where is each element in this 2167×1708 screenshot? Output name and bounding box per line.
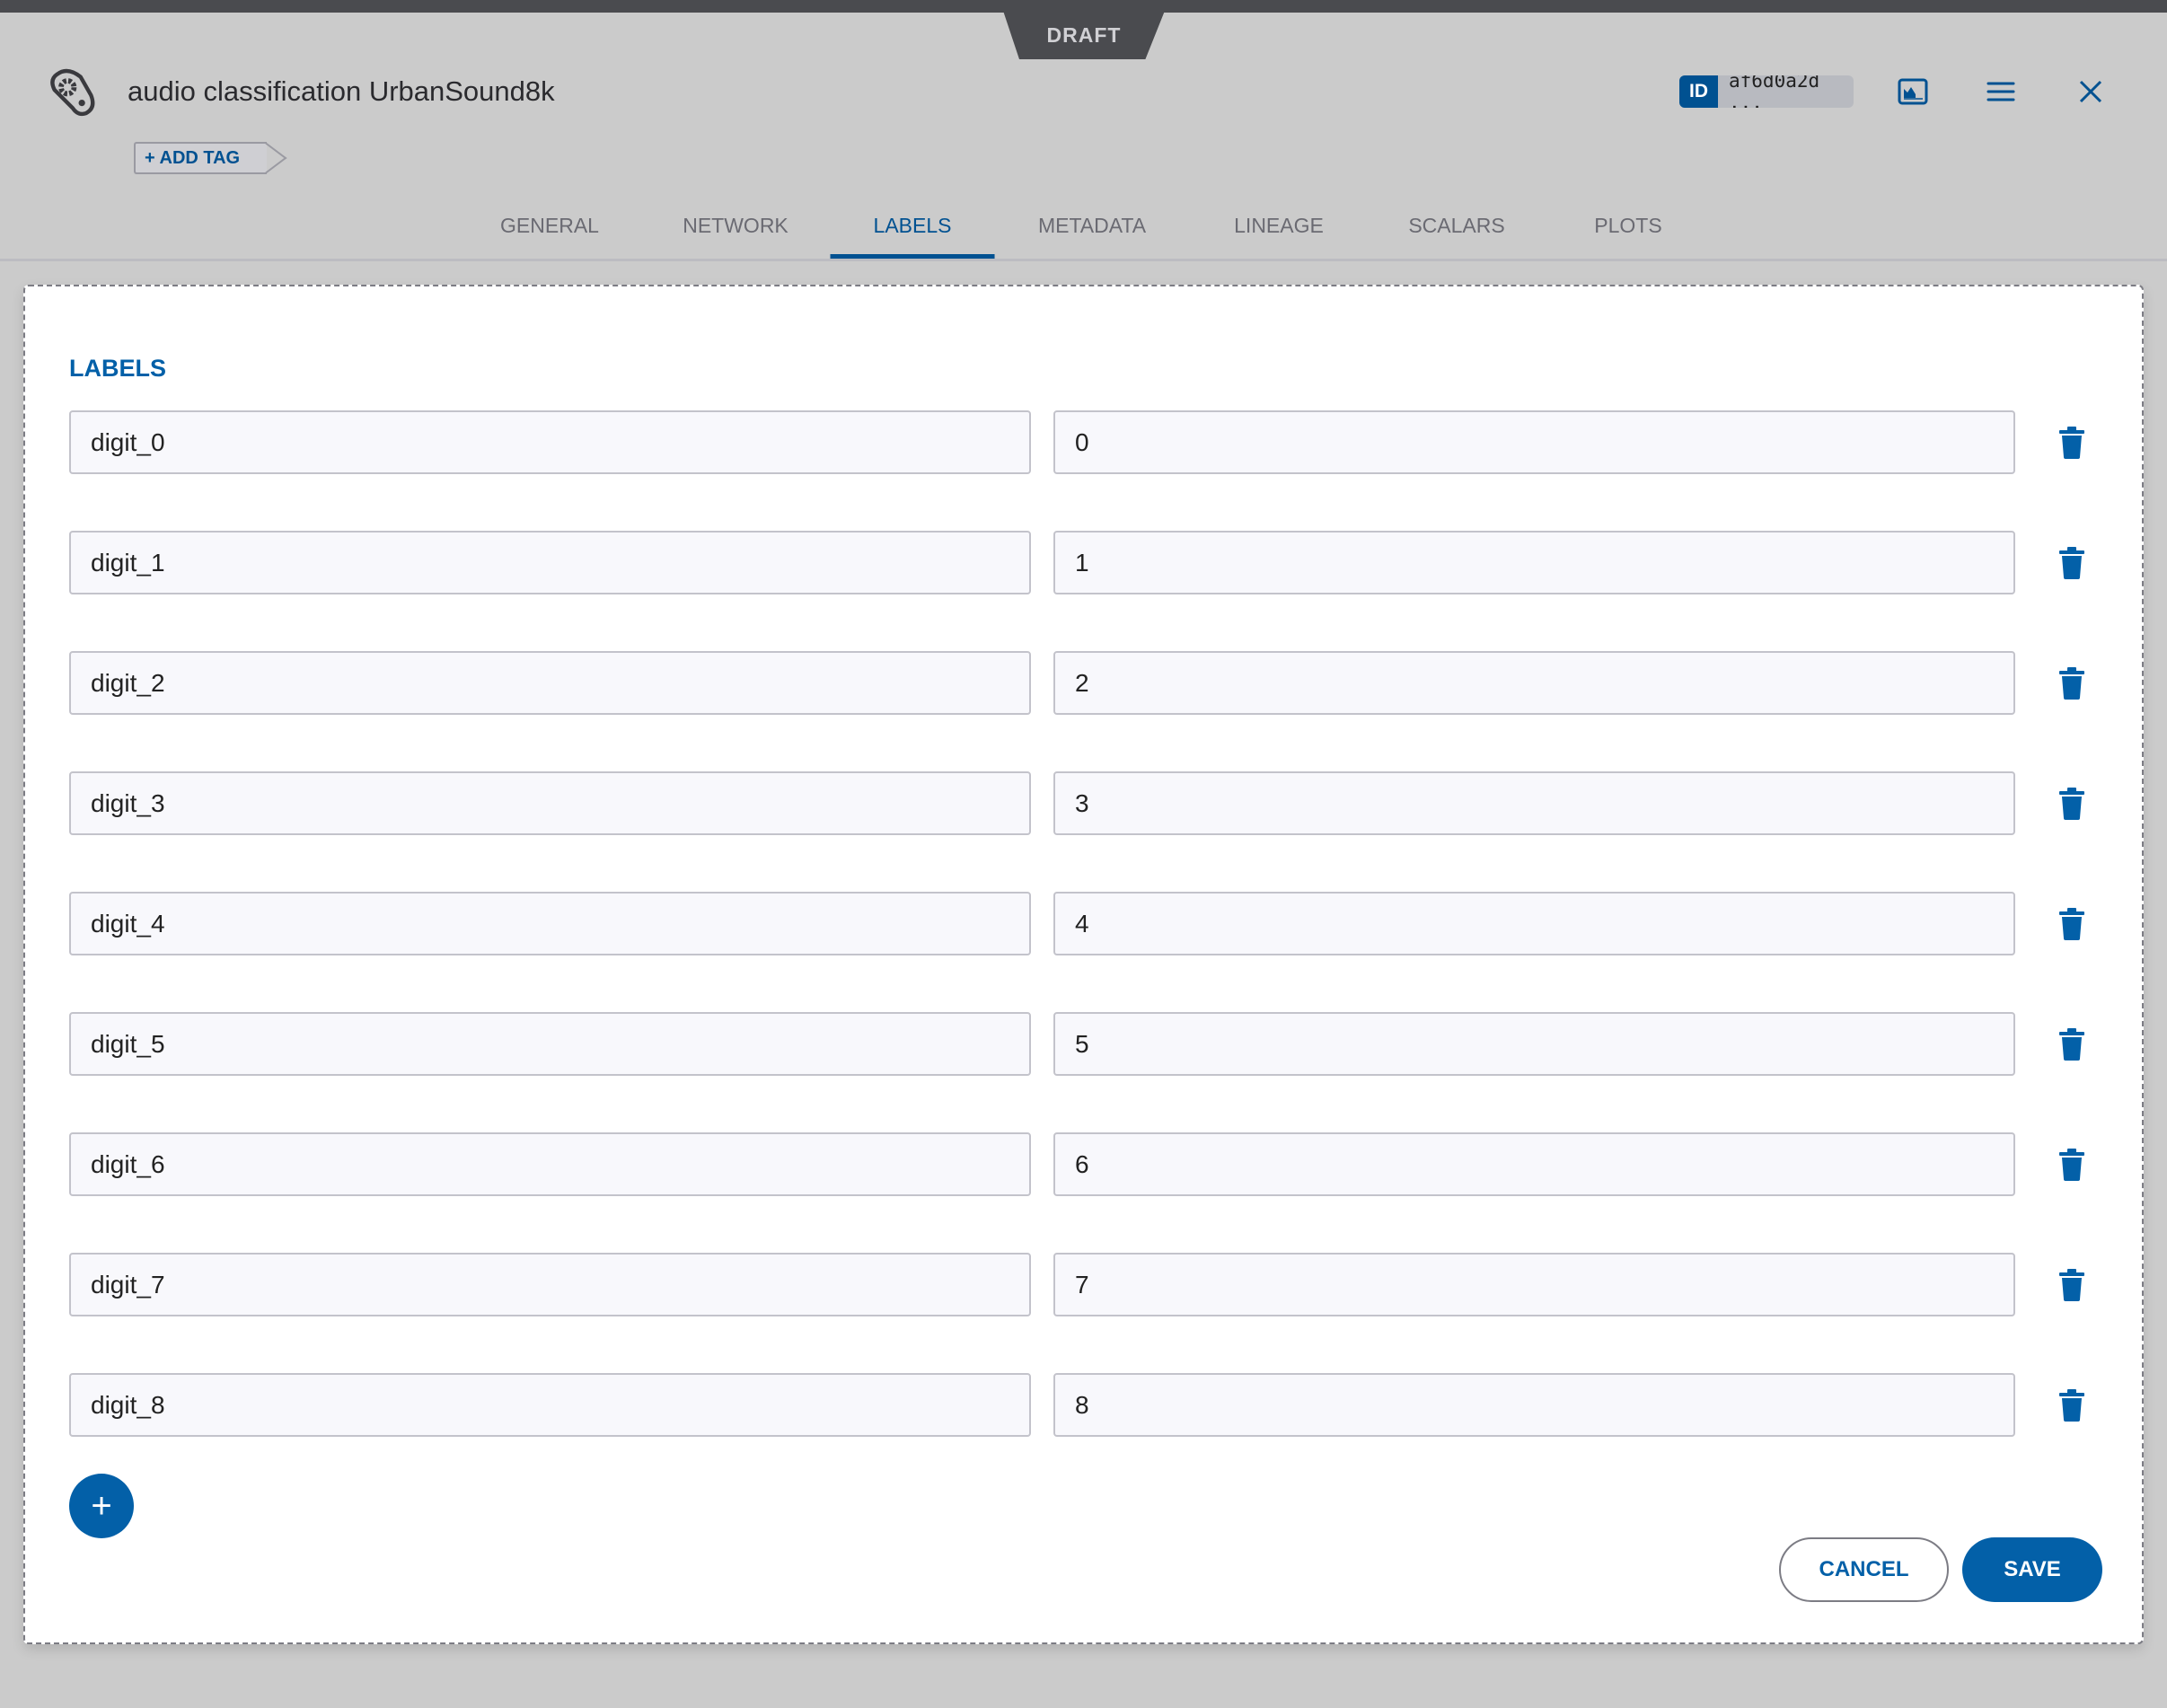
tab-labels[interactable]: LABELS (830, 193, 995, 259)
tab-bar: GENERAL NETWORK LABELS METADATA LINEAGE … (0, 193, 2167, 261)
label-value-input[interactable]: 1 (1053, 531, 2015, 594)
label-row: digit_4 4 (69, 892, 2126, 955)
menu-icon[interactable] (1983, 75, 2019, 108)
label-row: digit_0 0 (69, 410, 2126, 474)
label-row: digit_1 1 (69, 531, 2126, 594)
label-name-input[interactable]: digit_6 (69, 1132, 1031, 1196)
page-title: audio classification UrbanSound8k (128, 75, 555, 107)
label-name-input[interactable]: digit_1 (69, 531, 1031, 594)
tab-plots[interactable]: PLOTS (1551, 193, 1705, 259)
save-button[interactable]: SAVE (1962, 1537, 2102, 1602)
trash-icon[interactable] (2058, 1389, 2085, 1422)
label-row: digit_3 3 (69, 771, 2126, 835)
label-name-input[interactable]: digit_3 (69, 771, 1031, 835)
status-badge: DRAFT (1003, 11, 1165, 59)
trash-icon[interactable] (2058, 1028, 2085, 1061)
trash-icon[interactable] (2058, 427, 2085, 459)
tab-metadata[interactable]: METADATA (995, 193, 1189, 259)
label-row: digit_7 7 (69, 1253, 2126, 1316)
label-value-input[interactable]: 7 (1053, 1253, 2015, 1316)
label-value-input[interactable]: 2 (1053, 651, 2015, 715)
label-value-input[interactable]: 5 (1053, 1012, 2015, 1076)
label-value-input[interactable]: 6 (1053, 1132, 2015, 1196)
labels-panel: LABELS digit_0 0 digit_1 1 digit_2 2 dig… (23, 285, 2144, 1644)
trash-icon[interactable] (2058, 788, 2085, 820)
trash-icon[interactable] (2058, 1149, 2085, 1181)
close-icon[interactable] (2073, 75, 2109, 108)
label-value-input[interactable]: 8 (1053, 1373, 2015, 1437)
id-label: ID (1679, 75, 1718, 108)
label-row: digit_2 2 (69, 651, 2126, 715)
label-name-input[interactable]: digit_2 (69, 651, 1031, 715)
cancel-button[interactable]: CANCEL (1779, 1537, 1949, 1602)
add-label-button[interactable]: + (69, 1474, 134, 1538)
section-heading: LABELS (69, 355, 166, 382)
label-row: digit_6 6 (69, 1132, 2126, 1196)
label-row: digit_8 8 (69, 1373, 2126, 1437)
experiment-icon (50, 68, 95, 117)
id-value: af6d0a2d ... (1729, 75, 1820, 108)
label-row: digit_5 5 (69, 1012, 2126, 1076)
tab-general[interactable]: GENERAL (457, 193, 642, 259)
trash-icon[interactable] (2058, 908, 2085, 940)
id-badge[interactable]: ID af6d0a2d ... (1679, 75, 1854, 108)
top-bar (0, 0, 2167, 13)
image-icon[interactable] (1895, 75, 1931, 108)
add-tag-button[interactable]: + ADD TAG (134, 142, 267, 174)
label-value-input[interactable]: 4 (1053, 892, 2015, 955)
label-name-input[interactable]: digit_4 (69, 892, 1031, 955)
trash-icon[interactable] (2058, 1269, 2085, 1301)
trash-icon[interactable] (2058, 667, 2085, 700)
tab-lineage[interactable]: LINEAGE (1191, 193, 1367, 259)
tab-scalars[interactable]: SCALARS (1365, 193, 1547, 259)
label-name-input[interactable]: digit_5 (69, 1012, 1031, 1076)
label-value-input[interactable]: 0 (1053, 410, 2015, 474)
label-value-input[interactable]: 3 (1053, 771, 2015, 835)
tab-network[interactable]: NETWORK (639, 193, 832, 259)
trash-icon[interactable] (2058, 547, 2085, 579)
label-name-input[interactable]: digit_0 (69, 410, 1031, 474)
label-name-input[interactable]: digit_8 (69, 1373, 1031, 1437)
label-name-input[interactable]: digit_7 (69, 1253, 1031, 1316)
